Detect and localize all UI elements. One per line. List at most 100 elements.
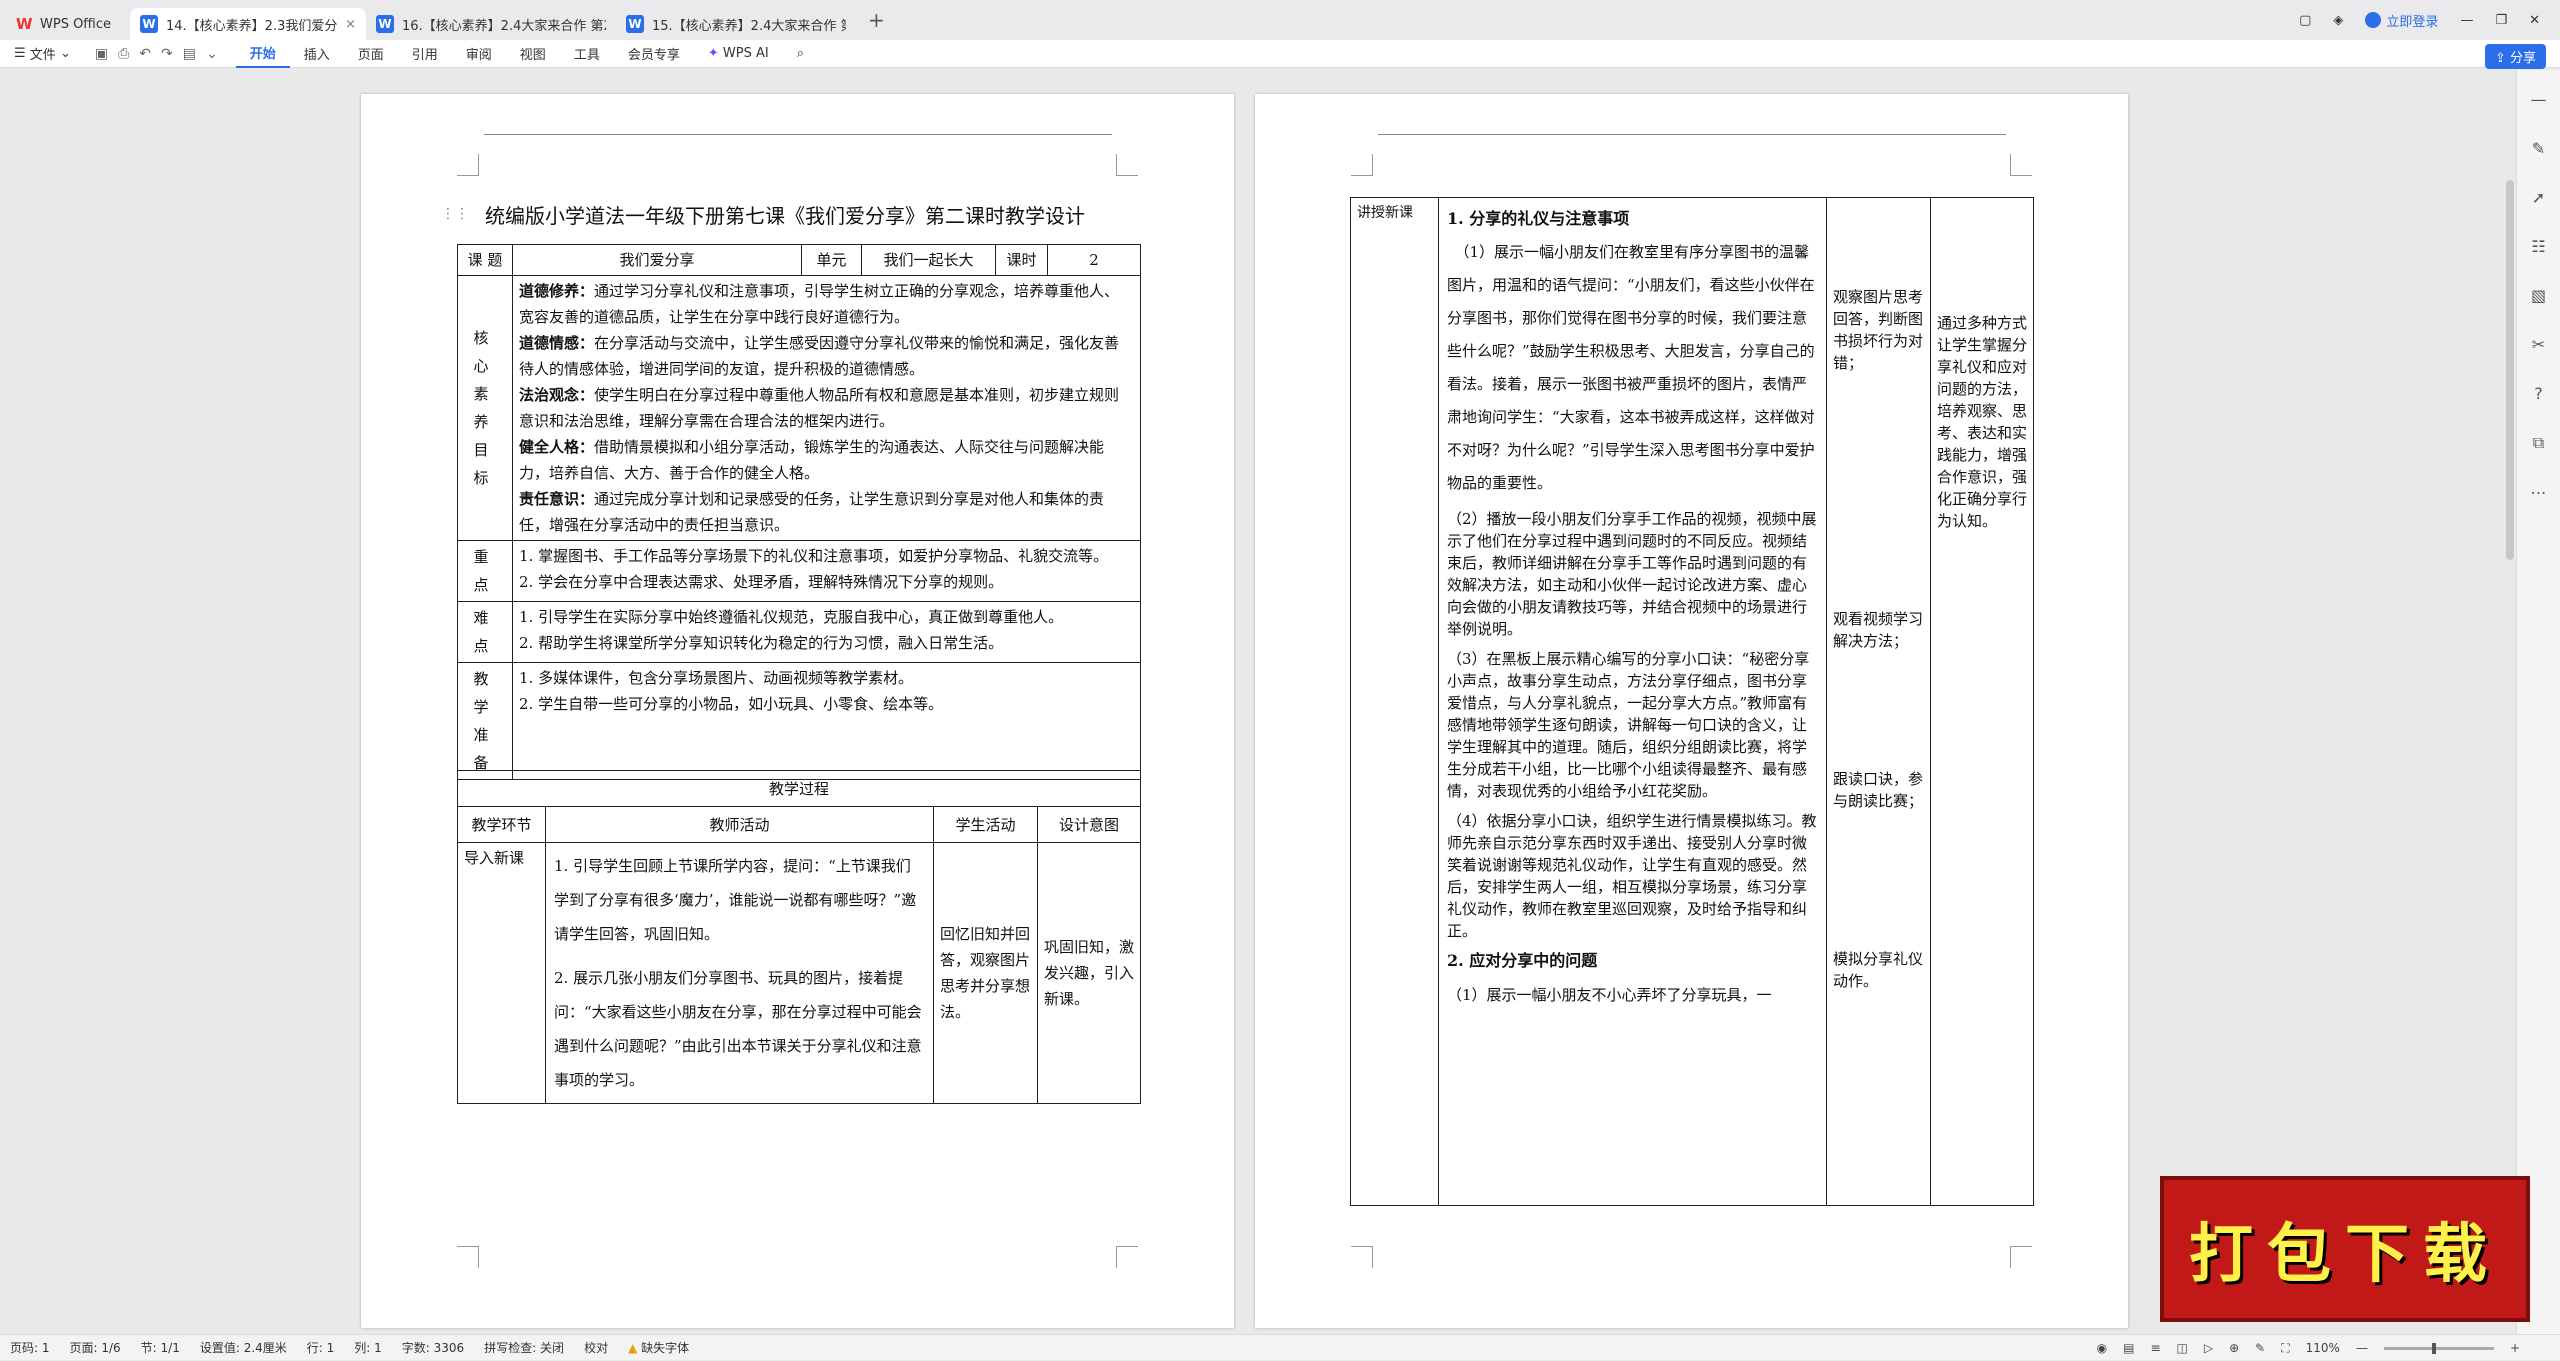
teaching-process-table-continued: 讲授新课 1. 分享的礼仪与注意事项 （1）展示一幅小朋友们在教室里有序分享图书… bbox=[1350, 197, 2034, 1206]
list-item: 道德情感：在分享活动与交流中，让学生感受因遵守分享礼仪带来的愉悦和满足，强化友善… bbox=[519, 330, 1134, 382]
zoom-slider-knob[interactable] bbox=[2431, 1342, 2436, 1354]
preparation-content: 1. 多媒体课件，包含分享场景图片、动画视频等教学素材。 2. 学生自带一些可分… bbox=[512, 662, 1141, 780]
web-view-icon[interactable]: ◫ bbox=[2177, 1341, 2188, 1355]
outline-view-icon[interactable]: ≡ bbox=[2150, 1341, 2160, 1355]
tab-document-16[interactable]: W 16.【核心素养】2.4大家来合作 第2 bbox=[366, 8, 616, 40]
difficult-points-label: 难 点 bbox=[457, 601, 513, 663]
tab-page[interactable]: 页面 bbox=[344, 40, 398, 68]
zoom-slider[interactable] bbox=[2383, 1342, 2494, 1354]
tab-view[interactable]: 视图 bbox=[506, 40, 560, 68]
settings-sliders-icon[interactable]: ☷ bbox=[2531, 237, 2545, 256]
list-item: 2. 学生自带一些可分享的小物品，如小玩具、小零食、绘本等。 bbox=[519, 695, 944, 713]
document-page-2[interactable]: 讲授新课 1. 分享的礼仪与注意事项 （1）展示一幅小朋友们在教室里有序分享图书… bbox=[1255, 94, 2128, 1328]
document-page-1[interactable]: ⋮⋮ 统编版小学道法一年级下册第七课《我们爱分享》第二课时教学设计 课 题 我们… bbox=[361, 94, 1234, 1328]
globe-icon[interactable]: ⊕ bbox=[2229, 1341, 2239, 1355]
tab-insert[interactable]: 插入 bbox=[290, 40, 344, 68]
share-button[interactable]: ⇪ 分享 bbox=[2484, 44, 2546, 69]
wps-ai-button[interactable]: ✦ WPS AI bbox=[694, 40, 783, 68]
status-spell-check[interactable]: 拼写检查: 关闭 bbox=[474, 1339, 574, 1356]
paragraph: （2）播放一段小朋友们分享手工作品的视频，视频中展示了他们在分享过程中遇到问题时… bbox=[1447, 510, 1817, 638]
status-words[interactable]: 字数: 3306 bbox=[392, 1339, 474, 1356]
section-heading: 1. 分享的礼仪与注意事项 bbox=[1447, 209, 1630, 228]
list-item: 模拟分享礼仪动作。 bbox=[1833, 950, 1924, 990]
status-section: 节: 1/1 bbox=[140, 1341, 180, 1355]
edit-pen-icon[interactable]: ✎ bbox=[2532, 139, 2545, 158]
document-title: 统编版小学道法一年级下册第七课《我们爱分享》第二课时教学设计 bbox=[485, 204, 1085, 228]
teacher-activity-cell: 1. 分享的礼仪与注意事项 （1）展示一幅小朋友们在教室里有序分享图书的温馨图片… bbox=[1438, 197, 1827, 1206]
file-menu[interactable]: ☰ 文件 ⌄ bbox=[0, 40, 85, 68]
login-button[interactable]: 立即登录 bbox=[2365, 11, 2438, 30]
avatar-icon bbox=[2365, 12, 2382, 28]
tab-tools[interactable]: 工具 bbox=[560, 40, 614, 68]
paragraph: （4）依据分享小口诀，组织学生进行情景模拟练习。教师先亲自示范分享东西时双手递出… bbox=[1447, 812, 1817, 940]
list-item: 2. 展示几张小朋友们分享图书、玩具的图片，接着提问：“大家看这些小朋友在分享，… bbox=[554, 969, 922, 1089]
design-intent-cell: 巩固旧知，激发兴趣，引入新课。 bbox=[1036, 842, 1142, 1104]
item-text: 借助情景模拟和小组分享活动，锻炼学生的沟通表达、人际交往与问题解决能力，培养自信… bbox=[519, 438, 1105, 482]
play-icon[interactable]: ▷ bbox=[2204, 1341, 2213, 1355]
close-tab-icon[interactable]: × bbox=[345, 17, 356, 32]
tab-wps-office[interactable]: W WPS Office bbox=[6, 8, 130, 40]
list-item: 法治观念：使学生明白在分享过程中尊重他人物品所有权和意愿是基本准则，初步建立规则… bbox=[519, 382, 1134, 434]
item-key: 责任意识： bbox=[519, 490, 595, 508]
cube-icon[interactable]: ◈ bbox=[2333, 13, 2343, 28]
zoom-in-icon[interactable]: + bbox=[2510, 1341, 2520, 1355]
tab-document-14[interactable]: W 14.【核心素养】2.3我们爱分享 × bbox=[130, 8, 366, 40]
collapse-icon[interactable]: — bbox=[2531, 90, 2547, 109]
print-icon[interactable]: ⎙ bbox=[118, 46, 129, 62]
tab-document-15[interactable]: W 15.【核心素养】2.4大家来合作 第1课 bbox=[616, 8, 856, 40]
document-workspace[interactable]: ⋮⋮ 统编版小学道法一年级下册第七课《我们爱分享》第二课时教学设计 课 题 我们… bbox=[0, 70, 2560, 1334]
paragraph: （1）展示一幅小朋友不小心弄坏了分享玩具，一 bbox=[1447, 986, 1772, 1004]
tools-icon[interactable]: ✂ bbox=[2532, 335, 2545, 354]
status-missing-font[interactable]: ▲ 缺失字体 bbox=[618, 1339, 699, 1356]
download-promo-banner[interactable]: 打包下载 bbox=[2160, 1176, 2530, 1322]
list-item: 1. 引导学生在实际分享中始终遵循礼仪规范，克服自我中心，真正做到尊重他人。 bbox=[519, 608, 1064, 626]
margin-corner bbox=[1116, 1246, 1138, 1268]
status-proofread[interactable]: 校对 bbox=[574, 1339, 618, 1356]
zoom-out-icon[interactable]: — bbox=[2356, 1341, 2368, 1355]
list-item: 1. 引导学生回顾上节课所学内容，提问：“上节课我们学到了分享有很多‘魔力’，谁… bbox=[554, 857, 917, 943]
save-icon[interactable]: ▣ bbox=[95, 46, 108, 62]
share-label: 分享 bbox=[2509, 51, 2536, 66]
eye-icon[interactable]: ◉ bbox=[2097, 1341, 2107, 1355]
margin-corner bbox=[2010, 154, 2032, 176]
table-row: 讲授新课 1. 分享的礼仪与注意事项 （1）展示一幅小朋友们在教室里有序分享图书… bbox=[1350, 197, 2034, 1206]
list-item: 责任意识：通过完成分享计划和记录感受的任务，让学生意识到分享是对他人和集体的责任… bbox=[519, 486, 1134, 538]
table-row: 教学过程 bbox=[456, 770, 1142, 807]
status-setting: 设置值: 2.4厘米 bbox=[199, 1341, 287, 1355]
fit-icon[interactable]: ⛶ bbox=[2281, 1341, 2289, 1356]
plugin-icon[interactable]: ⧉ bbox=[2533, 433, 2544, 453]
margin-corner bbox=[1351, 1246, 1373, 1268]
format-painter-icon[interactable]: ▤ bbox=[183, 46, 196, 62]
minimize-icon[interactable]: — bbox=[2460, 13, 2473, 28]
help-icon[interactable]: ? bbox=[2534, 384, 2543, 403]
undo-icon[interactable]: ↶ bbox=[139, 46, 151, 62]
tab-start[interactable]: 开始 bbox=[235, 40, 290, 68]
restore-icon[interactable]: ❐ bbox=[2495, 13, 2507, 28]
redo-icon[interactable]: ↷ bbox=[161, 46, 173, 62]
tab-member[interactable]: 会员专享 bbox=[614, 40, 694, 68]
unit-label: 单元 bbox=[801, 244, 862, 276]
file-menu-label: 文件 bbox=[29, 48, 56, 63]
status-pages[interactable]: 页面: 1/6 bbox=[60, 1339, 131, 1356]
new-tab-button[interactable]: + bbox=[868, 8, 885, 32]
zoom-level[interactable]: 110% bbox=[2306, 1341, 2340, 1355]
page-view-icon[interactable]: ▤ bbox=[2123, 1341, 2134, 1355]
more-icon[interactable]: ⋯ bbox=[2531, 483, 2547, 502]
pointer-icon[interactable]: ➚ bbox=[2532, 188, 2545, 207]
drag-handle-icon[interactable]: ⋮⋮ bbox=[441, 206, 469, 222]
pen-icon[interactable]: ✎ bbox=[2255, 1341, 2265, 1355]
chevron-down-icon[interactable]: ⌄ bbox=[206, 46, 218, 62]
search-icon[interactable]: ⌕ bbox=[783, 40, 818, 68]
vertical-scrollbar[interactable] bbox=[2506, 180, 2514, 560]
tab-references[interactable]: 引用 bbox=[398, 40, 452, 68]
tab-review[interactable]: 审阅 bbox=[452, 40, 506, 68]
key-points-label: 重 点 bbox=[457, 540, 513, 602]
item-text: 通过学习分享礼仪和注意事项，引导学生树立正确的分享观念，培养尊重他人、宽容友善的… bbox=[519, 282, 1120, 326]
image-icon[interactable]: ▧ bbox=[2531, 286, 2546, 305]
close-window-icon[interactable]: ✕ bbox=[2529, 13, 2540, 28]
right-side-toolbar: — ✎ ➚ ☷ ▧ ✂ ? ⧉ ⋯ bbox=[2516, 70, 2560, 1334]
title-bar: W WPS Office W 14.【核心素养】2.3我们爱分享 × W 16.… bbox=[0, 0, 2560, 40]
difficult-points-content: 1. 引导学生在实际分享中始终遵循礼仪规范，克服自我中心，真正做到尊重他人。 2… bbox=[512, 601, 1141, 663]
window-layout-icon[interactable]: ▢ bbox=[2299, 13, 2311, 28]
column-header: 设计意图 bbox=[1036, 806, 1142, 843]
